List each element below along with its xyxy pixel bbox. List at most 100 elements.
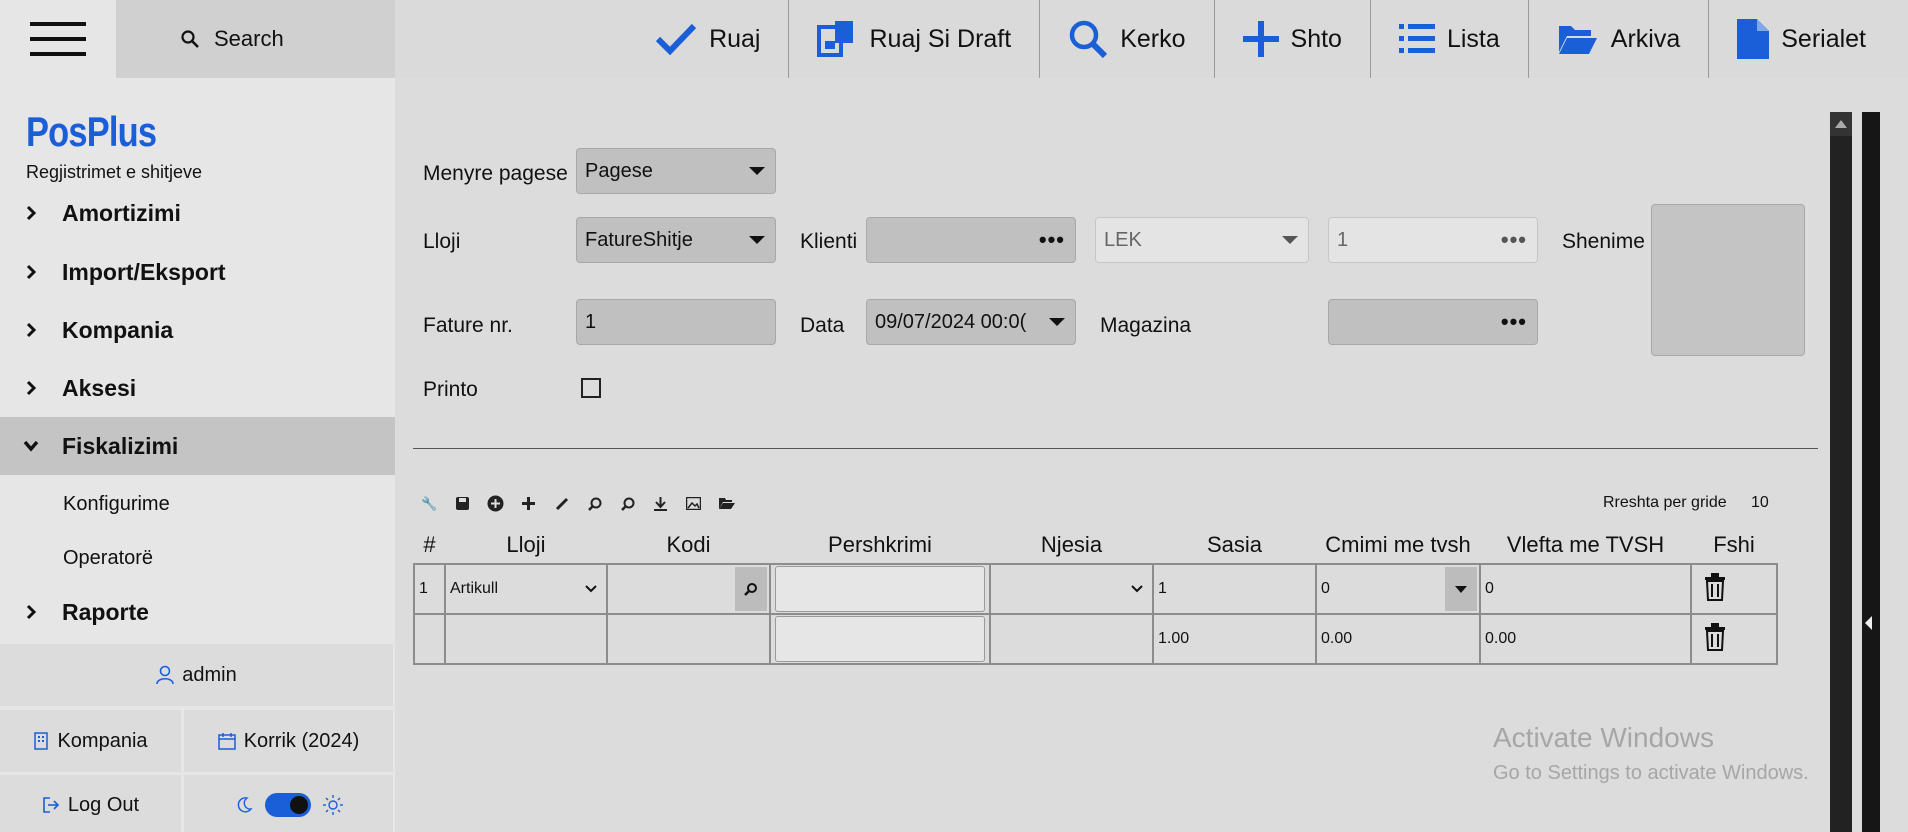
brand-subtitle: Regjistrimet e shitjeve	[26, 162, 203, 182]
payment-method-select[interactable]: Pagese	[576, 148, 776, 194]
save-button[interactable]: Ruaj	[627, 0, 788, 78]
totals-type	[444, 613, 608, 665]
sidebar-item-raporte[interactable]: Raporte	[0, 583, 395, 641]
download-icon[interactable]	[651, 494, 670, 513]
more-dots-icon[interactable]: •••	[1501, 311, 1527, 333]
list-button[interactable]: Lista	[1369, 0, 1528, 78]
row-description-input[interactable]	[769, 563, 991, 615]
folder-open-icon	[1558, 26, 1597, 54]
company-button[interactable]: Kompania	[0, 710, 181, 772]
image-icon[interactable]	[684, 494, 703, 513]
price-dropdown-button[interactable]	[1445, 567, 1477, 611]
list-icon	[1398, 24, 1435, 53]
warehouse-field[interactable]: •••	[1328, 299, 1538, 345]
more-dots-icon[interactable]: •••	[1501, 229, 1527, 251]
logout-icon	[43, 797, 60, 813]
column-header-njesia: Njesia	[1040, 531, 1103, 557]
divider	[413, 448, 1818, 449]
logout-button[interactable]: Log Out	[0, 775, 181, 832]
sidebar-item-kompania[interactable]: Kompania	[0, 301, 395, 359]
trash-icon[interactable]	[1704, 572, 1726, 601]
exchange-rate-field[interactable]: 1 •••	[1328, 217, 1538, 263]
main-content: Menyre pagese Pagese Lloji FatureShitje …	[395, 78, 1831, 832]
period-button[interactable]: Korrik (2024)	[184, 710, 393, 772]
type-select[interactable]: FatureShitje	[576, 217, 776, 263]
folder-open-icon[interactable]	[717, 494, 736, 513]
column-header-cmimi: Cmimi me tvsh	[1325, 531, 1471, 557]
hamburger-menu-button[interactable]	[0, 0, 116, 78]
client-field[interactable]: •••	[866, 217, 1076, 263]
print-checkbox[interactable]	[581, 378, 601, 398]
global-search[interactable]: Search	[116, 0, 395, 78]
search-button[interactable]: Kerko	[1039, 0, 1213, 78]
scroll-up-icon	[1835, 120, 1847, 128]
archive-button[interactable]: Arkiva	[1527, 0, 1708, 78]
row-delete-cell	[1690, 563, 1778, 615]
totals-index	[413, 613, 446, 665]
zoom-out-icon[interactable]	[618, 494, 637, 513]
chevron-down-icon	[585, 585, 597, 593]
draft-save-icon	[817, 21, 854, 57]
row-quantity-input[interactable]: 1	[1152, 563, 1317, 615]
document-icon	[1737, 19, 1770, 59]
scroll-up-button[interactable]	[1830, 112, 1852, 136]
sidebar-item-aksesi[interactable]: Aksesi	[0, 359, 395, 417]
vertical-scrollbar[interactable]	[1830, 112, 1852, 832]
side-panel-strip[interactable]	[1862, 112, 1880, 832]
row-type-select[interactable]: Artikull	[444, 563, 608, 615]
more-dots-icon[interactable]: •••	[1039, 229, 1065, 251]
activate-windows-title: Activate Windows	[1493, 722, 1714, 753]
sidebar-subitem-operatore[interactable]: Operatorë	[63, 547, 153, 570]
row-code-input[interactable]	[606, 563, 771, 615]
save-draft-button[interactable]: Ruaj Si Draft	[788, 0, 1039, 78]
sidebar-subitem-konfigurime[interactable]: Konfigurime	[63, 493, 170, 516]
column-header-index: #	[423, 531, 436, 557]
invoice-number-input[interactable]: 1	[576, 299, 776, 345]
wrench-icon[interactable]: 🔧	[420, 494, 439, 513]
serials-button[interactable]: Serialet	[1708, 0, 1894, 78]
total-value: 0.00	[1479, 613, 1692, 665]
row-price-input[interactable]: 0	[1315, 563, 1481, 615]
column-header-kodi: Kodi	[666, 531, 711, 557]
chevron-down-icon	[0, 440, 62, 452]
activate-windows-subtitle: Go to Settings to activate Windows.	[1493, 762, 1809, 784]
pencil-icon[interactable]	[552, 494, 571, 513]
chevron-right-icon	[0, 322, 62, 338]
trash-icon[interactable]	[1704, 622, 1726, 651]
plus-icon[interactable]	[519, 494, 538, 513]
collapse-panel-icon[interactable]	[1865, 616, 1872, 630]
totals-description	[769, 613, 991, 665]
sidebar-item-import-eksport[interactable]: Import/Eksport	[0, 243, 395, 301]
theme-toggle-switch[interactable]	[264, 793, 311, 817]
save-icon[interactable]	[453, 494, 472, 513]
user-button[interactable]: admin	[0, 644, 393, 706]
warehouse-label: Magazina	[1100, 314, 1192, 337]
search-label: Search	[214, 26, 284, 51]
moon-icon	[237, 797, 253, 813]
add-circle-icon[interactable]	[486, 494, 505, 513]
chevron-right-icon	[0, 205, 62, 221]
totals-unit	[989, 613, 1154, 665]
rows-per-grid-value[interactable]: 10	[1751, 494, 1769, 512]
dropdown-arrow-icon	[749, 167, 765, 175]
date-input[interactable]: 09/07/2024 00:0(	[866, 299, 1076, 345]
zoom-in-icon[interactable]	[585, 494, 604, 513]
rows-per-grid-label: Rreshta per gride	[1603, 494, 1727, 511]
currency-select[interactable]: LEK	[1095, 217, 1309, 263]
invoice-number-label: Fature nr.	[423, 314, 513, 337]
grid-toolbar: 🔧	[420, 494, 736, 513]
add-button[interactable]: Shto	[1213, 0, 1370, 78]
sidebar-item-fiskalizimi[interactable]: Fiskalizimi	[0, 417, 395, 475]
row-index: 1	[413, 563, 446, 615]
sidebar-item-amortizimi[interactable]: Amortizimi	[0, 184, 395, 242]
action-toolbar: Ruaj Ruaj Si Draft Kerko Shto Lista Arki…	[395, 0, 1908, 78]
code-search-button[interactable]	[735, 567, 767, 611]
grid-header-row: # Lloji Kodi Pershkrimi Njesia Sasia Cmi…	[414, 526, 1777, 564]
user-icon	[156, 665, 175, 685]
row-value-input[interactable]: 0	[1479, 563, 1692, 615]
totals-code	[606, 613, 771, 665]
notes-textarea[interactable]	[1651, 204, 1805, 356]
total-price: 0.00	[1315, 613, 1481, 665]
menu-icon	[30, 22, 86, 56]
row-unit-select[interactable]	[989, 563, 1154, 615]
